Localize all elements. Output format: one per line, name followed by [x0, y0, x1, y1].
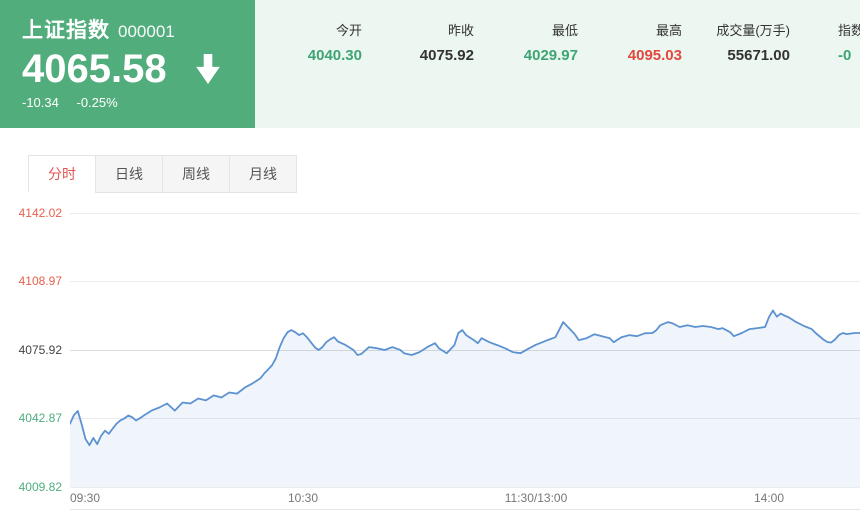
index-change-row: -10.34 -0.25% — [22, 95, 255, 110]
x-axis-label: 14:00 — [753, 491, 785, 505]
tab-daily[interactable]: 日线 — [95, 155, 163, 193]
stat-label: 成交量(万手) — [716, 23, 790, 38]
index-change-pct: -0.25% — [76, 95, 118, 110]
y-axis-label: 4075.92 — [18, 343, 62, 357]
stat-day-low: 最低 4029.97 — [524, 20, 578, 64]
x-axis-label: 11:30/13:00 — [504, 491, 568, 505]
stat-label: 最低 — [551, 23, 578, 38]
index-code: 000001 — [118, 22, 175, 41]
index-hero-card: 上证指数 000001 4065.58 -10.34 -0.25% — [0, 0, 255, 128]
x-axis-label: 10:30 — [287, 491, 319, 505]
tab-monthly[interactable]: 月线 — [229, 155, 297, 193]
intraday-chart: 4142.02 4108.97 4075.92 4042.87 4009.82 … — [0, 190, 860, 520]
index-title-row: 上证指数 000001 — [22, 14, 255, 44]
stat-value: 4095.03 — [627, 47, 682, 64]
stat-volume: 成交量(万手) 55671.00 — [716, 20, 790, 64]
tab-weekly[interactable]: 周线 — [162, 155, 230, 193]
stat-value: 4029.97 — [523, 47, 578, 64]
index-stats-strip: 今开 4040.30 昨收 4075.92 最低 4029.97 最高 4095… — [255, 0, 860, 128]
stock-index-app: 上证指数 000001 4065.58 -10.34 -0.25% 今开 404… — [0, 0, 860, 520]
stat-label: 昨收 — [447, 23, 474, 38]
stat-day-high: 最高 4095.03 — [628, 20, 682, 64]
index-price: 4065.58 — [22, 47, 167, 91]
index-price-row: 4065.58 — [22, 48, 255, 90]
stat-value: 4040.30 — [307, 47, 362, 64]
stat-value: -0 — [838, 47, 852, 64]
stat-clipped-edge: 指数 -0 — [838, 20, 860, 64]
price-area-fill — [70, 310, 860, 487]
price-line-plot[interactable] — [70, 213, 860, 487]
index-change: -10.34 — [22, 95, 59, 110]
x-axis-label: 09:30 — [70, 491, 101, 505]
down-arrow-icon — [195, 54, 221, 84]
y-axis-label: 4009.82 — [18, 480, 62, 494]
x-axis-bottom-border — [70, 509, 860, 510]
y-axis-label: 4108.97 — [18, 274, 62, 288]
chart-period-tabs: 分时 日线 周线 月线 — [28, 155, 297, 193]
y-axis-label: 4042.87 — [18, 411, 62, 425]
stat-value: 55671.00 — [727, 47, 790, 64]
stat-today-open: 今开 4040.30 — [308, 20, 362, 64]
stat-prev-close: 昨收 4075.92 — [420, 20, 474, 64]
index-name: 上证指数 — [22, 19, 110, 42]
tab-intraday[interactable]: 分时 — [28, 155, 96, 193]
stat-label: 指数 — [838, 23, 860, 38]
y-axis-label: 4142.02 — [18, 206, 62, 220]
stat-value: 4075.92 — [419, 47, 474, 64]
gridline — [70, 487, 860, 488]
stat-label: 最高 — [655, 23, 682, 38]
stat-label: 今开 — [335, 23, 362, 38]
